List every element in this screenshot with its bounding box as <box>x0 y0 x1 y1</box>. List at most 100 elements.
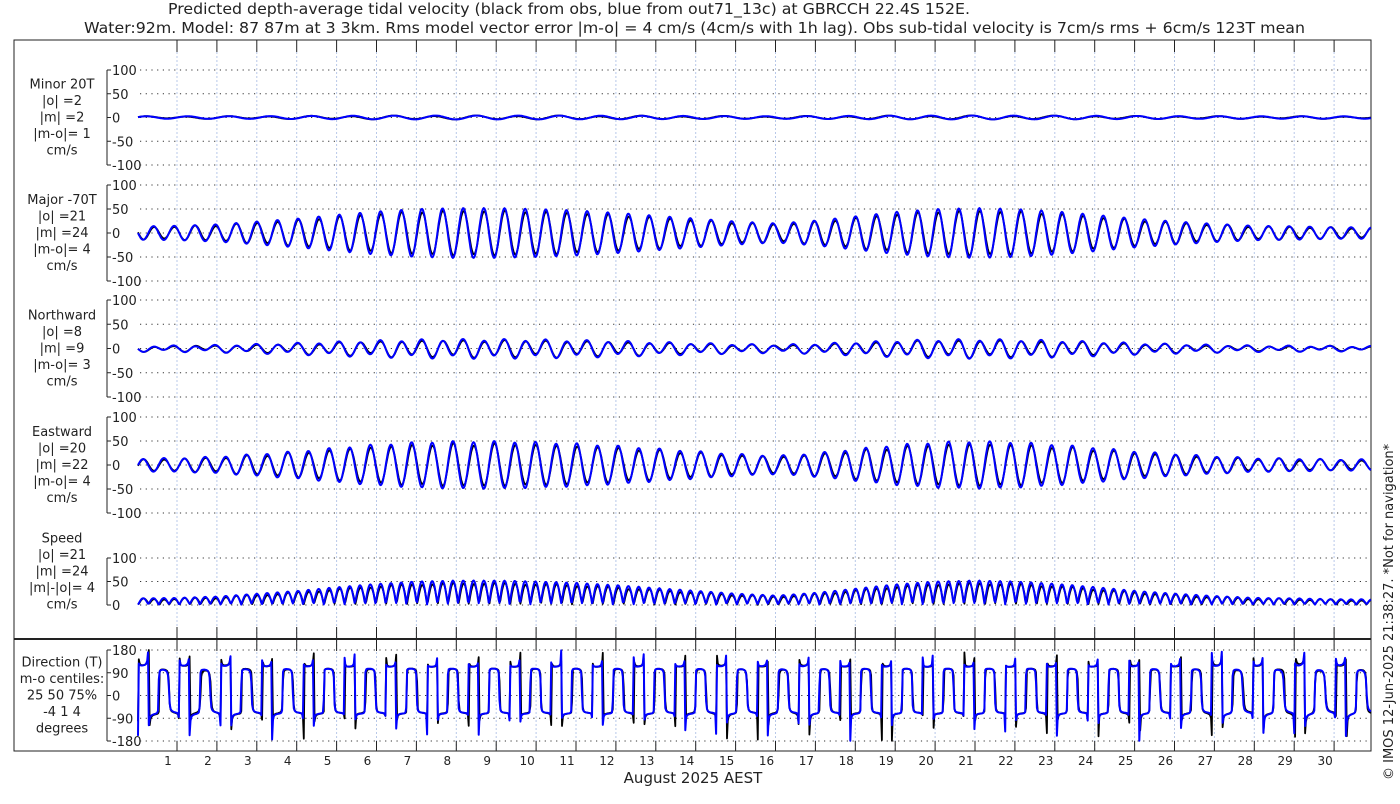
panel-north: Northward|o| =8 |m| =9|m-o|= 3 cm/s 100 50 0 -… <box>28 294 1372 406</box>
east-model-series <box>137 440 1372 490</box>
y-tick-label: 100 <box>112 552 137 567</box>
panel-label-line: Major -70T <box>27 193 96 208</box>
panel-label-line: |m| =9 <box>40 342 85 357</box>
y-tick-label: 100 <box>112 411 137 426</box>
direction-model-series <box>137 649 1372 742</box>
y-tick-label: 0 <box>112 690 120 705</box>
x-tick-label: 17 <box>799 754 814 768</box>
panel-label-line: Northward <box>28 309 96 324</box>
x-tick-label: 23 <box>1038 754 1053 768</box>
x-tick-label: 1 <box>164 754 172 768</box>
tidal-velocity-chart: Predicted depth-average tidal velocity (… <box>13 0 1397 787</box>
x-tick-label: 18 <box>839 754 854 768</box>
x-tick-label: 5 <box>324 754 332 768</box>
y-tick-label: 50 <box>112 203 129 218</box>
x-tick-label: 24 <box>1078 754 1093 768</box>
panel-speed: Speed|o| =21 |m| =24|m|-|o|= 4 cm/s 100 50 0 <box>29 532 1372 614</box>
panel-label-line: |m|-|o|= 4 <box>29 581 95 596</box>
panel-label-line: cm/s <box>47 144 78 159</box>
x-tick-label: 30 <box>1317 754 1332 768</box>
y-tick-label: -100 <box>112 159 142 174</box>
panel-major: Major -70T |o| =21|m| =24 |m-o|= 4cm/s 100 5… <box>27 179 1372 290</box>
x-tick-label: 2 <box>204 754 212 768</box>
y-tick-label: 50 <box>112 88 129 103</box>
major-model-series <box>137 207 1372 259</box>
x-tick-label: 10 <box>519 754 534 768</box>
x-tick-label: 21 <box>958 754 973 768</box>
panel-label-line: |m-o|= 4 <box>33 475 91 490</box>
x-tick-label: 20 <box>918 754 933 768</box>
x-tick-label: 16 <box>759 754 774 768</box>
north-obs-series <box>137 339 1372 360</box>
panel-label-line: cm/s <box>47 491 78 506</box>
chart-title-line-1: Predicted depth-average tidal velocity (… <box>168 0 970 19</box>
plot-frame <box>13 39 1372 752</box>
panel-label-line: |m-o|= 1 <box>33 127 91 142</box>
y-tick-label: 0 <box>112 227 120 242</box>
panel-label-line: cm/s <box>47 259 78 274</box>
y-tick-label: 0 <box>112 112 120 127</box>
panel-label-line: degrees <box>36 722 89 737</box>
x-tick-label: 19 <box>879 754 894 768</box>
panel-label-line: |m| =24 <box>36 226 89 241</box>
speed-model-series <box>137 579 1372 606</box>
y-tick-label: -180 <box>112 735 142 750</box>
panel-label-line: Minor 20T <box>30 78 95 93</box>
y-tick-label: -50 <box>112 251 133 266</box>
panel-label-line: cm/s <box>47 375 78 390</box>
panel-label-line: |m-o|= 4 <box>33 243 91 258</box>
x-tick-label: 9 <box>483 754 491 768</box>
panel-label-line: |m| =22 <box>36 458 89 473</box>
y-tick-label: 50 <box>112 435 129 450</box>
panel-label-line: m-o centiles: <box>20 672 105 687</box>
x-tick-label: 28 <box>1238 754 1253 768</box>
panel-label-line: |m| =2 <box>40 111 85 126</box>
x-tick-label: 7 <box>404 754 412 768</box>
panel-label-line: Eastward <box>32 425 92 440</box>
panel-label-line: |o| =8 <box>42 325 82 340</box>
panel-label-line: |m| =24 <box>36 565 89 580</box>
x-tick-label: 12 <box>599 754 614 768</box>
y-tick-label: -50 <box>112 483 133 498</box>
y-tick-label: -90 <box>112 712 133 727</box>
panel-label-line: |m-o|= 3 <box>33 358 91 373</box>
y-tick-label: 100 <box>112 294 137 309</box>
y-tick-label: -100 <box>112 275 142 290</box>
y-tick-label: -100 <box>112 391 142 406</box>
y-tick-label: 100 <box>112 64 137 79</box>
y-tick-label: -50 <box>112 135 133 150</box>
y-tick-label: 50 <box>112 318 129 333</box>
footer-credit: © IMOS 12-Jun-2025 21:38:27. *Not for na… <box>1382 443 1397 780</box>
panel-label-line: Direction (T) <box>22 656 103 671</box>
panel-label-line: |o| =20 <box>38 442 86 457</box>
panel-label-line: |o| =21 <box>38 210 86 225</box>
panel-label-line: Speed <box>42 532 83 547</box>
panel-east: Eastward |o| =20|m| =22 |m-o|= 4cm/s 100 50 0… <box>32 411 1372 522</box>
panel-label-line: cm/s <box>47 598 78 613</box>
y-tick-label: -100 <box>112 507 142 522</box>
panel-direction: Direction (T)m-o centiles: 25 50 75%-4 1 … <box>20 644 1372 750</box>
y-tick-label: 0 <box>112 599 120 614</box>
x-tick-label: 25 <box>1118 754 1133 768</box>
y-tick-label: -50 <box>112 367 133 382</box>
x-tick-label: 29 <box>1278 754 1293 768</box>
x-tick-label: 15 <box>719 754 734 768</box>
x-tick-label: 27 <box>1198 754 1213 768</box>
x-tick-label: 13 <box>639 754 654 768</box>
minor-model-series <box>137 114 1372 121</box>
x-tick-label: 22 <box>998 754 1013 768</box>
chart-title-line-2: Water:92m. Model: 87 87m at 3 3km. Rms m… <box>84 19 1305 37</box>
y-tick-label: 0 <box>112 343 120 358</box>
x-tick-label: 3 <box>244 754 252 768</box>
panel-minor: Minor 20T|o| =2 |m| =2|m-o|= 1 cm/s 100 50 0 -… <box>30 64 1372 174</box>
x-tick-label: 6 <box>364 754 372 768</box>
y-tick-label: 50 <box>112 576 129 591</box>
x-tick-label: 14 <box>679 754 694 768</box>
panel-label-line: |o| =21 <box>38 548 86 563</box>
x-axis-label: August 2025 AEST <box>624 769 763 787</box>
x-tick-label: 11 <box>559 754 574 768</box>
y-tick-label: 180 <box>112 644 137 659</box>
x-tick-label: 26 <box>1158 754 1173 768</box>
y-tick-label: 90 <box>112 667 129 682</box>
y-tick-label: 0 <box>112 459 120 474</box>
